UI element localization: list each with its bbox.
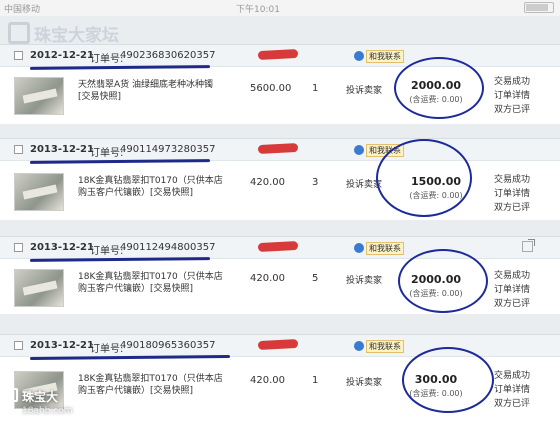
chat-icon: [354, 243, 364, 253]
handwritten-underline: [29, 257, 211, 262]
redacted-seller-name: [257, 240, 299, 253]
order-details-link[interactable]: 订单详情: [494, 89, 530, 103]
product-title[interactable]: 天然翡翠A货 油绿细底老种冰种镯 [交易快照]: [78, 79, 228, 103]
order-checkbox[interactable]: [14, 51, 23, 60]
order-no-label: 订单号:: [90, 246, 124, 257]
unit-price: 420.00: [250, 375, 285, 386]
order-card: 2013-12-21 订单号: 490180965360357 和我联系 18K…: [0, 334, 560, 426]
contact-seller-button[interactable]: 和我联系: [354, 241, 404, 255]
watermark-logo-icon: [4, 388, 18, 402]
status-bar: 中国移动 下午10:01: [0, 0, 560, 16]
carrier-label: 中国移动: [4, 5, 41, 15]
redacted-seller-name: [257, 338, 299, 351]
quantity: 3: [312, 177, 319, 188]
order-date: 2012-12-21: [30, 50, 94, 61]
complaint-link[interactable]: 投诉卖家: [346, 375, 382, 388]
order-date: 2013-12-21: [30, 144, 94, 155]
order-status: 交易成功 订单详情 双方已评: [494, 269, 530, 311]
product-title[interactable]: 18K金真钻翡翠扣T0170（只供本店购玉客户代镶嵌）[交易快照]: [78, 373, 228, 397]
quantity: 5: [312, 273, 319, 284]
complaint-link[interactable]: 投诉卖家: [346, 273, 382, 286]
watermark-bottom: 珠宝大 18ahb.com: [0, 382, 80, 426]
handwritten-circle: [402, 347, 494, 413]
trade-status: 交易成功: [494, 175, 531, 185]
handwritten-underline: [29, 159, 211, 164]
product-thumbnail[interactable]: [14, 269, 64, 307]
order-checkbox[interactable]: [14, 243, 23, 252]
rating-status: 双方已评: [494, 105, 531, 115]
trade-status: 交易成功: [494, 77, 531, 87]
watermark-url: 18ahb.com: [22, 406, 73, 416]
product-title[interactable]: 18K金真钻翡翠扣T0170（只供本店购玉客户代镶嵌）[交易快照]: [78, 175, 228, 199]
watermark-name: 珠宝大: [22, 390, 59, 404]
order-date: 2013-12-21: [30, 242, 94, 253]
redacted-seller-name: [257, 48, 299, 61]
order-header: 2013-12-21 订单号: 490114973280357 和我联系: [0, 139, 560, 161]
unit-price: 420.00: [250, 177, 285, 188]
order-card: 2013-12-21 订单号: 490114973280357 和我联系 18K…: [0, 138, 560, 220]
chat-icon: [354, 341, 364, 351]
unit-price: 5600.00: [250, 83, 292, 94]
rating-status: 双方已评: [494, 299, 531, 309]
watermark-logo-icon: [8, 22, 30, 44]
complaint-link[interactable]: 投诉卖家: [346, 83, 382, 96]
order-details-link[interactable]: 订单详情: [494, 283, 530, 297]
order-date: 2013-12-21: [30, 340, 94, 351]
contact-seller-button[interactable]: 和我联系: [354, 49, 404, 63]
order-header: 2013-12-21 订单号: 490112494800357 和我联系: [0, 237, 560, 259]
order-no-label: 订单号:: [90, 148, 124, 159]
order-card: 2013-12-21 订单号: 490112494800357 和我联系 18K…: [0, 236, 560, 314]
handwritten-circle: [376, 139, 472, 217]
product-thumbnail[interactable]: [14, 77, 64, 115]
product-title[interactable]: 18K金真钻翡翠扣T0170（只供本店购玉客户代镶嵌）[交易快照]: [78, 271, 228, 295]
handwritten-underline: [29, 65, 211, 70]
order-header: 2012-12-21 订单号: 490236830620357 和我联系: [0, 45, 560, 67]
order-details-link[interactable]: 订单详情: [494, 187, 530, 201]
order-no-label: 订单号:: [90, 54, 124, 65]
handwritten-circle: [394, 57, 484, 119]
order-status: 交易成功 订单详情 双方已评: [494, 173, 530, 215]
handwritten-circle: [398, 249, 488, 313]
order-number: 490236830620357: [120, 50, 216, 61]
watermark-text: 珠宝大家坛: [34, 25, 119, 46]
quantity: 1: [312, 375, 319, 386]
redacted-seller-name: [257, 142, 299, 155]
unit-price: 420.00: [250, 273, 285, 284]
order-number: 490112494800357: [120, 242, 216, 253]
order-card: 2012-12-21 订单号: 490236830620357 和我联系 天然翡…: [0, 44, 560, 124]
order-number: 490180965360357: [120, 340, 216, 351]
contact-label: 和我联系: [366, 49, 404, 63]
chat-icon: [354, 51, 364, 61]
order-checkbox[interactable]: [14, 341, 23, 350]
battery-icon: [524, 2, 554, 13]
share-icon[interactable]: [522, 239, 535, 252]
order-status: 交易成功 订单详情 双方已评: [494, 75, 530, 117]
contact-seller-button[interactable]: 和我联系: [354, 339, 404, 353]
order-number: 490114973280357: [120, 144, 216, 155]
clock: 下午10:01: [236, 5, 280, 15]
photo-glare: [520, 380, 560, 426]
rating-status: 双方已评: [494, 203, 531, 213]
order-checkbox[interactable]: [14, 145, 23, 154]
order-no-label: 订单号:: [90, 344, 124, 355]
chat-icon: [354, 145, 364, 155]
trade-status: 交易成功: [494, 271, 531, 281]
quantity: 1: [312, 83, 319, 94]
contact-label: 和我联系: [366, 241, 404, 255]
contact-label: 和我联系: [366, 339, 404, 353]
product-thumbnail[interactable]: [14, 173, 64, 211]
